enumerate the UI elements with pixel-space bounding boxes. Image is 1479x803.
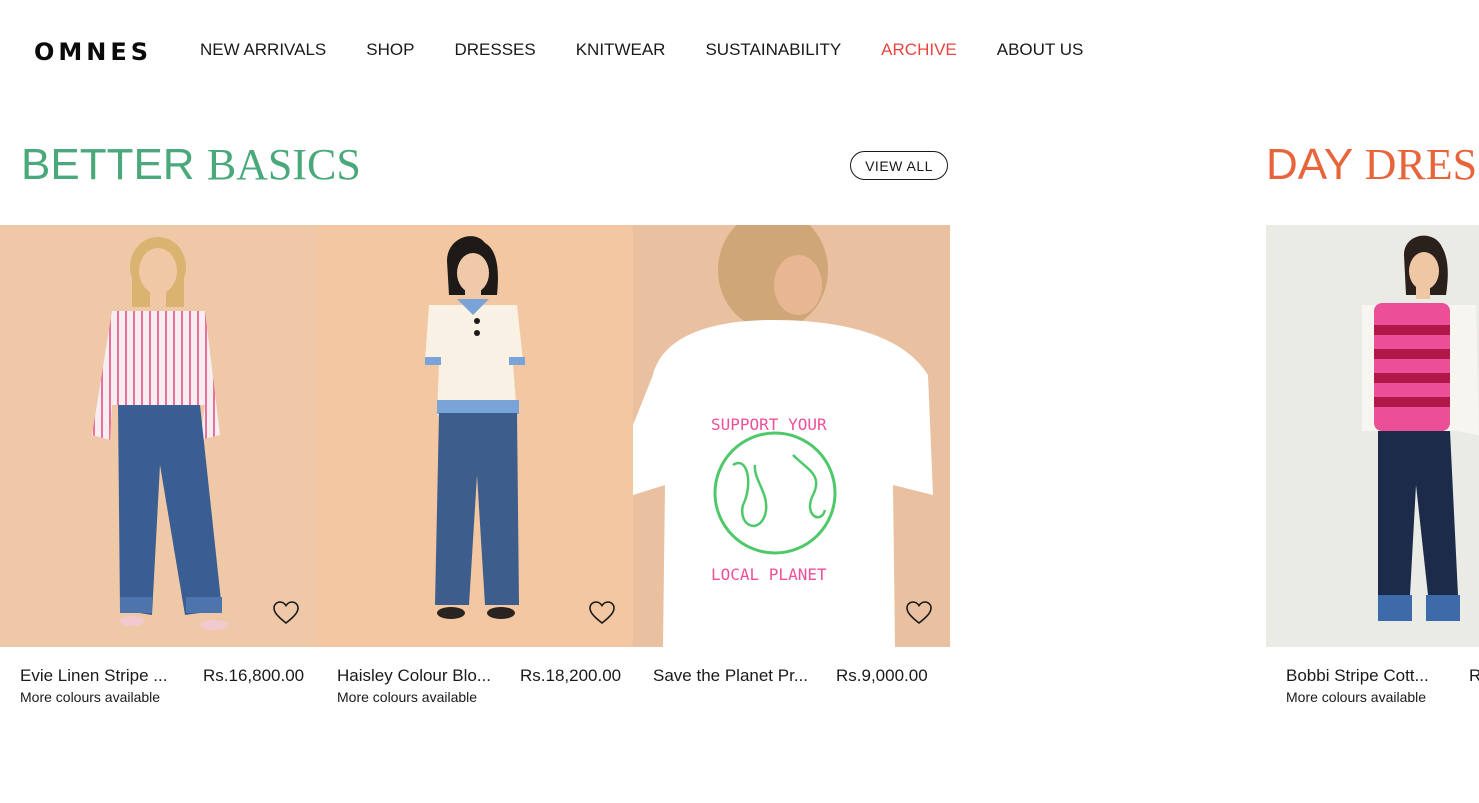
nav-new-arrivals[interactable]: NEW ARRIVALS (200, 40, 326, 60)
heart-icon[interactable] (906, 601, 932, 625)
heart-icon[interactable] (273, 601, 299, 625)
product-price: Rs.16,800.00 (203, 666, 305, 685)
product-colours-note: More colours available (337, 689, 478, 705)
product-colours-note: More colours available (20, 689, 161, 705)
product-price: R (1469, 666, 1479, 685)
heart-icon[interactable] (589, 601, 615, 625)
nav-shop[interactable]: SHOP (366, 40, 414, 60)
product-price: Rs.9,000.00 (836, 666, 928, 685)
product-colours-note: More colours available (1286, 689, 1427, 705)
product-name[interactable]: Bobbi Stripe Cott... (1286, 666, 1442, 686)
product-card[interactable]: Evie Linen Stripe ... Rs.16,800.00 More … (0, 225, 317, 705)
tshirt-print-top: SUPPORT YOUR (711, 415, 827, 434)
product-image[interactable] (1266, 225, 1479, 647)
product-image[interactable]: SUPPORT YOUR LOCAL PLANET (633, 225, 950, 647)
nav-archive[interactable]: ARCHIVE (881, 40, 957, 60)
product-name[interactable]: Save the Planet Pr... (653, 666, 813, 686)
nav-sustainability[interactable]: SUSTAINABILITY (705, 40, 841, 60)
product-name[interactable]: Haisley Colour Blo... (337, 666, 497, 686)
nav-dresses[interactable]: DRESSES (454, 40, 535, 60)
section-title-word2: DRES (1364, 140, 1478, 189)
tshirt-print-bottom: LOCAL PLANET (711, 565, 827, 584)
section-title-word1: BETTER (21, 140, 195, 189)
product-name[interactable]: Evie Linen Stripe ... (20, 666, 180, 686)
product-image[interactable] (0, 225, 317, 647)
view-all-button[interactable]: VIEW ALL (850, 151, 948, 180)
product-image[interactable] (317, 225, 633, 647)
section-title-day-dresses: DAY DRES (1266, 140, 1479, 190)
main-nav: NEW ARRIVALS SHOP DRESSES KNITWEAR SUSTA… (200, 40, 1083, 60)
product-card[interactable]: SUPPORT YOUR LOCAL PLANET Save the Plane… (633, 225, 950, 685)
brand-logo[interactable]: OMNES (34, 38, 152, 66)
section-title-word2: BASICS (206, 140, 361, 189)
product-card[interactable]: Bobbi Stripe Cott... R More colours avai… (1266, 225, 1479, 725)
site-header: OMNES NEW ARRIVALS SHOP DRESSES KNITWEAR… (0, 0, 1479, 100)
product-card[interactable]: Haisley Colour Blo... Rs.18,200.00 More … (317, 225, 633, 705)
section-title-better-basics: BETTER BASICS (21, 140, 361, 190)
nav-knitwear[interactable]: KNITWEAR (576, 40, 666, 60)
product-price: Rs.18,200.00 (520, 666, 622, 685)
section-title-word1: DAY (1266, 140, 1353, 189)
nav-about-us[interactable]: ABOUT US (997, 40, 1084, 60)
